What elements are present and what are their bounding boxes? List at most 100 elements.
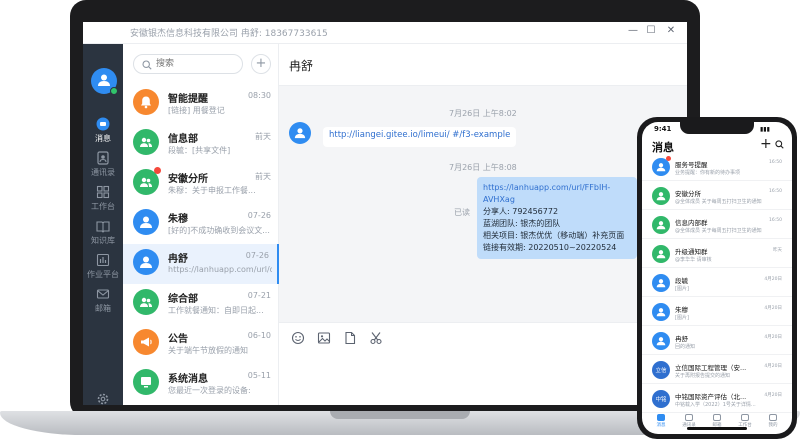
nav-item-label: 知识库 (91, 236, 115, 245)
online-status-dot (110, 87, 118, 95)
mobile-conversation-preview: [图片] (675, 286, 689, 292)
person-icon (656, 221, 666, 230)
chat-title: 冉舒 (289, 59, 314, 73)
conversation-avatar (133, 369, 159, 395)
conversation-preview: [链接] 用餐登记 (168, 106, 225, 115)
file-icon[interactable] (343, 331, 357, 345)
mobile-avatar: 中铭 (652, 390, 670, 408)
emoji-icon[interactable] (291, 331, 305, 345)
chat-panel: 冉舒 7月26日 上午8:02 http://liangei.gitee.io/… (279, 44, 687, 405)
desktop-app-window: 安徽银杰信息科技有限公司 冉舒: 18367733615 — ☐ ✕ 消息 通讯… (83, 22, 687, 405)
chat-icon (96, 117, 110, 131)
mobile-conversation-item[interactable]: 朱穆 [图片] 4月20日 (642, 300, 792, 326)
nav-item-messages[interactable]: 消息 (83, 114, 123, 148)
mobile-conversation-item[interactable]: 段毓 [图片] 4月20日 (642, 271, 792, 297)
mobile-conversation-item[interactable]: 中铭 中铭国际资产评估（北... 中铭载入学（2022）1号关于详情... 4月20日 (642, 387, 792, 413)
conversation-avatar (133, 89, 159, 115)
nav-item-label: 作业平台 (87, 270, 119, 279)
search-input[interactable] (156, 57, 238, 71)
nav-item-contacts[interactable]: 通讯录 (83, 148, 123, 182)
message-line: 蓝湖团队: 银杰的团队 (483, 219, 561, 228)
nav-item-knowledge-base[interactable]: 知识库 (83, 216, 123, 250)
mobile-conversation-name: 段毓 (675, 277, 688, 285)
maximize-button[interactable]: ☐ (643, 25, 659, 36)
mobile-conversation-item[interactable]: 信息内部群 @全体成员 关于每周五打扫卫生的通知 16:50 (642, 213, 792, 239)
outgoing-message-bubble[interactable]: https://lanhuapp.com/url/FFbIH-AVHXag 分享… (477, 177, 637, 259)
nav-item-label: 工作台 (91, 202, 115, 211)
conversation-preview: 您最近一次登录的设备: (168, 386, 251, 395)
mobile-conversation-time: 4月20日 (764, 306, 782, 311)
conversation-item[interactable]: 综合部 07-21 工作就餐通知：自即日起... (123, 284, 279, 324)
mobile-avatar (652, 274, 670, 292)
conversation-preview: [好的]不成功确收到会议文... (168, 226, 270, 235)
conversation-name: 智能提醒 (168, 94, 208, 105)
mobile-conversation-item[interactable]: 服务号提醒 业务提醒：你有新的待办事项 16:50 (642, 155, 792, 181)
mobile-tab[interactable]: 我的 (759, 414, 787, 428)
conversation-item[interactable]: 系统消息 05-11 您最近一次登录的设备: (123, 364, 279, 404)
conversation-item[interactable]: 智能提醒 08:30 [链接] 用餐登记 (123, 84, 279, 124)
mobile-conversation-item[interactable]: 冉舒 回的通知 4月20日 (642, 329, 792, 355)
nav-item-work-platform[interactable]: 作业平台 (83, 250, 123, 284)
person-icon (656, 279, 666, 288)
side-nav: 消息 通讯录 工作台 知识库 作业平台 邮箱 (83, 44, 123, 405)
conversation-time: 前天 (255, 132, 271, 141)
mobile-tab[interactable]: 邮箱 (703, 414, 731, 428)
mobile-conversation-item[interactable]: 安徽分所 @全体成员 关于每周五打扫卫生的通知 16:50 (642, 184, 792, 210)
message-input-area[interactable] (279, 322, 687, 405)
mobile-tab-label: 我的 (768, 423, 778, 428)
mobile-avatar (652, 303, 670, 321)
contact-avatar[interactable] (289, 122, 311, 144)
mail-icon (96, 289, 110, 299)
mobile-conversation-item[interactable]: 升级通知群 @李华华 请审核 昨天 (642, 242, 792, 268)
conversation-item[interactable]: 朱穆 07-26 [好的]不成功确收到会议文... (123, 204, 279, 244)
add-conversation-button[interactable]: + (251, 54, 271, 74)
conversation-name: 系统消息 (168, 374, 208, 385)
conversation-item[interactable]: 冉舒 07-26 https://lanhuapp.com/url/q... (123, 244, 279, 284)
nav-item-mail[interactable]: 邮箱 (83, 284, 123, 318)
chat-header: 冉舒 (279, 44, 687, 86)
mobile-avatar: 立信 (652, 361, 670, 379)
conversation-item[interactable]: 安徽分所 前天 朱穆：关于申报工作餐... (123, 164, 279, 204)
conversation-time: 07-26 (245, 251, 269, 260)
nav-item-workbench[interactable]: 工作台 (83, 182, 123, 216)
conversation-item[interactable]: 信息部 前天 段毓：[共享文件] (123, 124, 279, 164)
scissors-icon[interactable] (369, 331, 383, 345)
mobile-tab[interactable]: 通讯录 (675, 414, 703, 428)
search-icon (142, 60, 152, 70)
contacts-icon (97, 151, 109, 165)
conversation-item[interactable]: 公告 06-10 关于端午节放假的通知 (123, 324, 279, 364)
mobile-conversation-time: 昨天 (773, 248, 782, 253)
incoming-message-bubble[interactable]: http://liangei.gitee.io/limeui/ #/f3-exa… (323, 127, 517, 147)
conversation-avatar (133, 209, 159, 235)
close-button[interactable]: ✕ (663, 25, 679, 36)
mobile-avatar (652, 187, 670, 205)
mobile-conversation-preview: 关于再附报告提交的通知 (675, 373, 731, 379)
avatar-text: 中铭 (655, 397, 667, 403)
search-box[interactable] (133, 54, 243, 74)
mobile-add-button[interactable]: + (760, 136, 772, 152)
conversation-name: 公告 (168, 334, 188, 345)
mobile-tab-label: 消息 (656, 423, 666, 428)
minimize-button[interactable]: — (625, 25, 641, 36)
search-icon[interactable] (775, 140, 784, 149)
mobile-conversation-name: 安徽分所 (675, 190, 701, 198)
mobile-conversation-preview: [图片] (675, 315, 689, 321)
image-icon[interactable] (317, 331, 331, 345)
system-icon (141, 377, 151, 388)
mobile-conversation-time: 4月20日 (764, 393, 782, 398)
conversation-preview: https://lanhuapp.com/url/q... (168, 265, 272, 274)
mobile-conversation-time: 16:50 (769, 218, 782, 223)
tab-icon (685, 414, 693, 421)
mobile-tab[interactable]: 消息 (647, 414, 675, 428)
person-icon (656, 192, 666, 201)
mobile-conversation-name: 冉舒 (675, 335, 688, 343)
person-icon (656, 250, 666, 259)
message-link[interactable]: https://lanhuapp.com/url/FFbIH-AVHXag (483, 182, 631, 206)
settings-button[interactable] (83, 392, 123, 405)
mobile-conversation-time: 4月20日 (764, 335, 782, 340)
conversation-name: 朱穆 (168, 214, 188, 225)
mobile-tab[interactable]: 工作台 (731, 414, 759, 428)
mobile-conversation-preview: 中铭载入学（2022）1号关于详情... (675, 402, 756, 408)
mobile-conversation-item[interactable]: 立信 立信国际工程管理（安... 关于再附报告提交的通知 4月20日 (642, 358, 792, 384)
tab-icon (713, 414, 721, 421)
